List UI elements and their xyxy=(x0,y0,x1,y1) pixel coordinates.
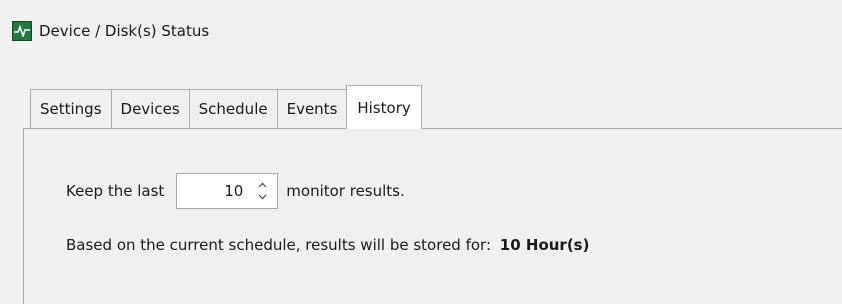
storage-duration-row: Based on the current schedule, results w… xyxy=(66,236,589,254)
results-count-value[interactable]: 10 xyxy=(177,182,253,200)
keep-prefix-label: Keep the last xyxy=(66,182,165,200)
stored-prefix-label: Based on the current schedule, results w… xyxy=(66,236,492,254)
stepper-up-icon[interactable] xyxy=(255,179,269,191)
tab-history[interactable]: History xyxy=(346,85,422,129)
tab-bar: Settings Devices Schedule Events History xyxy=(30,85,422,129)
keep-results-row: Keep the last 10 monitor results. xyxy=(66,173,405,209)
tab-devices[interactable]: Devices xyxy=(110,89,189,129)
monitor-pulse-icon xyxy=(12,21,32,41)
stepper-down-icon[interactable] xyxy=(255,191,269,203)
status-window: Device / Disk(s) Status Settings Devices… xyxy=(0,0,842,304)
window-title: Device / Disk(s) Status xyxy=(39,22,210,40)
tab-schedule[interactable]: Schedule xyxy=(188,89,277,129)
results-count-stepper[interactable]: 10 xyxy=(176,173,279,209)
stepper-buttons xyxy=(253,174,271,208)
stored-duration-value: 10 Hour(s) xyxy=(499,236,590,254)
window-titlebar: Device / Disk(s) Status xyxy=(12,20,209,42)
tab-events[interactable]: Events xyxy=(276,89,348,129)
tab-settings[interactable]: Settings xyxy=(30,89,111,129)
keep-suffix-label: monitor results. xyxy=(286,182,405,200)
history-panel: Keep the last 10 monitor results. Based … xyxy=(23,128,842,304)
